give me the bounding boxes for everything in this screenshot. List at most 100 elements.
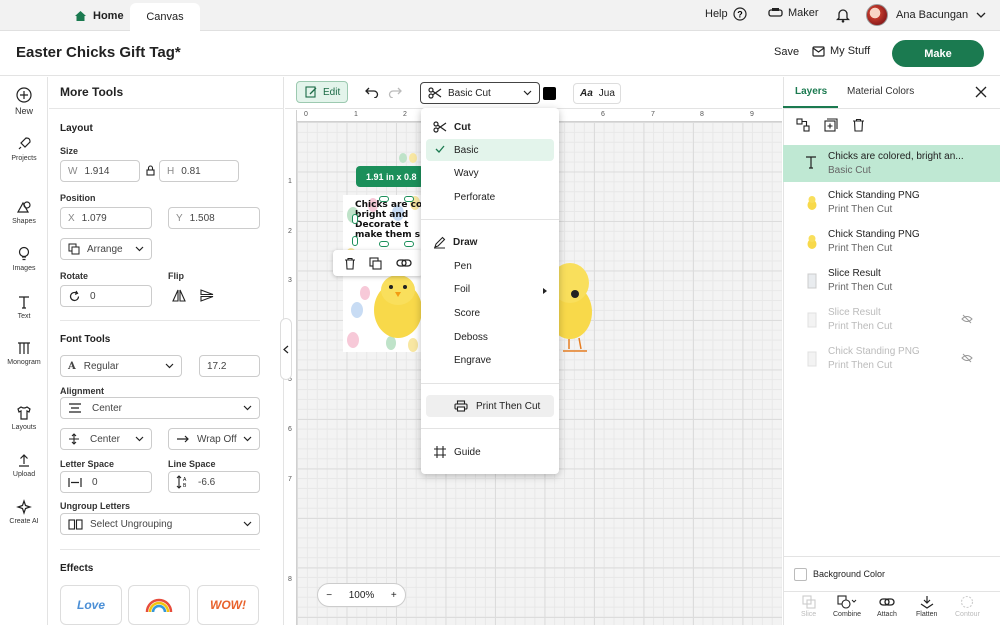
menu-item-print-then-cut[interactable]: Print Then Cut xyxy=(426,395,554,417)
menu-item-basic[interactable]: Basic xyxy=(454,145,478,156)
effect-rainbow[interactable] xyxy=(128,585,190,625)
tab-canvas[interactable]: Canvas xyxy=(130,3,200,31)
width-value: 1.914 xyxy=(84,165,110,177)
home-icon xyxy=(75,10,86,21)
my-stuff-button[interactable]: My Stuff xyxy=(812,45,870,57)
user-menu[interactable]: Ana Bacungan xyxy=(866,4,986,26)
alignment-dropdown[interactable]: Center xyxy=(60,397,260,419)
menu-item-score[interactable]: Score xyxy=(454,308,480,319)
edit-button[interactable]: Edit xyxy=(296,81,348,103)
resize-handle[interactable] xyxy=(352,214,358,224)
help-button[interactable]: Help ? xyxy=(705,7,747,21)
resize-handle[interactable] xyxy=(404,196,414,202)
rail-monogram[interactable]: Monogram xyxy=(0,340,48,366)
maker-button[interactable]: Maker xyxy=(768,7,819,19)
operation-dropdown[interactable]: Basic Cut xyxy=(420,82,540,104)
background-color-checkbox[interactable] xyxy=(794,567,807,581)
font-button[interactable]: Aa Jua xyxy=(573,83,621,104)
wrap-dropdown[interactable]: Wrap Off xyxy=(168,428,260,450)
menu-item-wavy[interactable]: Wavy xyxy=(454,168,479,179)
layer-row[interactable]: Slice Result Print Then Cut xyxy=(783,262,1000,301)
menu-item-perforate[interactable]: Perforate xyxy=(454,192,495,203)
layer-row[interactable]: Chicks are colored, bright an... Basic C… xyxy=(783,145,1000,182)
font-style-dropdown[interactable]: A Regular xyxy=(60,355,182,377)
rail-layouts-label: Layouts xyxy=(11,424,37,431)
layer-row[interactable]: Slice Result Print Then Cut xyxy=(783,301,1000,340)
layer-row[interactable]: Chick Standing PNG Print Then Cut xyxy=(783,223,1000,262)
trash-icon[interactable] xyxy=(344,257,356,270)
close-icon[interactable] xyxy=(975,86,987,98)
svg-text:?: ? xyxy=(737,10,743,20)
rail-projects[interactable]: Projects xyxy=(0,136,48,162)
zoom-in-button[interactable]: + xyxy=(391,590,397,601)
tab-layers[interactable]: Layers xyxy=(795,86,827,97)
make-button[interactable]: Make xyxy=(892,40,984,67)
tab-home[interactable]: Home xyxy=(60,0,130,31)
rail-images[interactable]: Images xyxy=(0,246,48,272)
resize-handle[interactable] xyxy=(379,196,389,202)
redo-icon[interactable] xyxy=(388,86,402,98)
menu-item-engrave[interactable]: Engrave xyxy=(454,355,491,366)
rail-new[interactable]: New xyxy=(0,87,48,116)
y-field[interactable]: Y 1.508 xyxy=(168,207,260,229)
combine-button[interactable]: Combine xyxy=(833,595,861,618)
project-title[interactable]: Easter Chicks Gift Tag* xyxy=(16,44,181,61)
avatar xyxy=(866,4,888,26)
bell-icon[interactable] xyxy=(836,7,850,23)
undo-icon[interactable] xyxy=(365,86,379,98)
resize-handle[interactable] xyxy=(379,241,389,247)
arrange-dropdown[interactable]: Arrange xyxy=(60,238,152,260)
rail-layouts[interactable]: Layouts xyxy=(0,405,48,431)
flatten-button[interactable]: Flatten xyxy=(916,595,937,618)
contour-button[interactable]: Contour xyxy=(955,595,980,618)
chevron-down-icon xyxy=(165,363,174,369)
ruler-tick: 1 xyxy=(354,111,358,118)
ungroup-dropdown[interactable]: Select Ungrouping xyxy=(60,513,260,535)
rail-text[interactable]: Text xyxy=(0,294,48,320)
tab-material-colors[interactable]: Material Colors xyxy=(847,86,914,97)
layer-row[interactable]: Chick Standing PNG Print Then Cut xyxy=(783,340,1000,379)
eye-hidden-icon[interactable] xyxy=(961,314,973,324)
resize-handle[interactable] xyxy=(404,241,414,247)
menu-item-deboss[interactable]: Deboss xyxy=(454,332,488,343)
menu-item-guide[interactable]: Guide xyxy=(433,445,481,459)
font-size-field[interactable]: 17.2 xyxy=(199,355,260,377)
letter-space-field[interactable]: 0 xyxy=(60,471,152,493)
background-color-option[interactable]: Background Color xyxy=(783,556,1000,591)
flip-horizontal-icon[interactable] xyxy=(172,289,186,302)
layer-row[interactable]: Chick Standing PNG Print Then Cut xyxy=(783,184,1000,223)
height-field[interactable]: H 0.81 xyxy=(159,160,239,182)
attach-button[interactable]: Attach xyxy=(877,595,897,618)
group-icon[interactable] xyxy=(796,118,810,132)
menu-item-foil[interactable]: Foil xyxy=(454,284,470,295)
width-field[interactable]: W 1.914 xyxy=(60,160,140,182)
trash-icon[interactable] xyxy=(852,118,865,132)
color-swatch[interactable] xyxy=(543,87,556,100)
menu-item-pen[interactable]: Pen xyxy=(454,261,472,272)
font-style-value: Regular xyxy=(83,360,119,372)
lock-icon[interactable] xyxy=(146,165,155,176)
x-field[interactable]: X 1.079 xyxy=(60,207,152,229)
vertical-align-dropdown[interactable]: Center xyxy=(60,428,152,450)
rotate-field[interactable]: 0 xyxy=(60,285,152,307)
save-button[interactable]: Save xyxy=(774,46,799,58)
effect-love[interactable]: Love xyxy=(60,585,122,625)
resize-handle[interactable] xyxy=(352,236,358,246)
rail-shapes[interactable]: Shapes xyxy=(0,199,48,225)
rail-create-ai[interactable]: Create AI xyxy=(0,499,48,525)
collapse-panel-button[interactable] xyxy=(280,318,292,380)
scissors-icon xyxy=(433,121,447,133)
slice-button[interactable]: Slice xyxy=(801,595,816,618)
effect-wow[interactable]: WOW! xyxy=(197,585,259,625)
ruler-tick: 9 xyxy=(750,111,754,118)
eye-hidden-icon[interactable] xyxy=(961,353,973,363)
duplicate-icon[interactable] xyxy=(824,118,838,132)
line-space-field[interactable]: AB -6.6 xyxy=(168,471,260,493)
pencil-icon xyxy=(434,236,446,249)
svg-text:B: B xyxy=(183,483,187,489)
zoom-out-button[interactable]: − xyxy=(326,590,332,601)
duplicate-icon[interactable] xyxy=(369,256,383,270)
flip-vertical-icon[interactable] xyxy=(200,289,214,302)
rail-upload[interactable]: Upload xyxy=(0,452,48,478)
link-icon[interactable] xyxy=(396,258,412,268)
